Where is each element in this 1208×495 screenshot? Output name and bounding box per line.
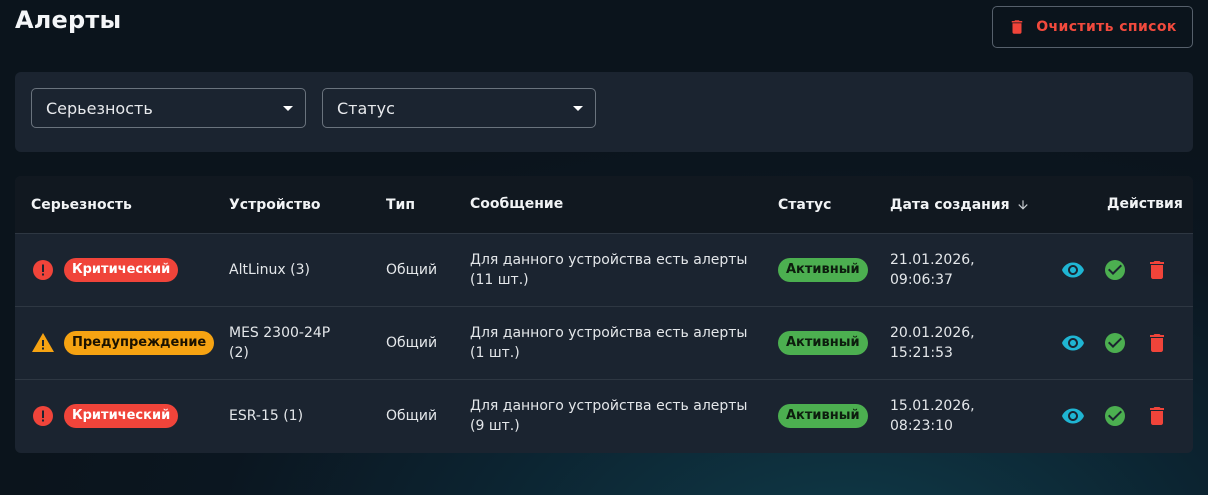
table-row: Критический AltLinux (3) Общий Для данно… bbox=[15, 234, 1193, 307]
trash-icon bbox=[1011, 20, 1023, 34]
eye-icon bbox=[1062, 262, 1084, 278]
status-badge: Активный bbox=[778, 404, 868, 428]
severity-badge: Предупреждение bbox=[64, 331, 215, 355]
trash-icon bbox=[1150, 334, 1164, 352]
severity-cell: Критический bbox=[31, 380, 179, 452]
header-status[interactable]: Статус bbox=[778, 176, 831, 234]
clear-list-button[interactable]: Очистить список bbox=[992, 6, 1193, 48]
created-cell: 21.01.2026, 09:06:37 bbox=[890, 252, 975, 288]
header-message[interactable]: Сообщение bbox=[470, 176, 563, 233]
table-row: Предупреждение MES 2300-24P (2) Общий Дл… bbox=[15, 307, 1193, 380]
severity-filter-select[interactable]: Серьезность bbox=[31, 88, 306, 128]
view-button[interactable] bbox=[1061, 258, 1085, 282]
type-cell: Общий bbox=[386, 262, 438, 278]
created-cell: 20.01.2026, 15:21:53 bbox=[890, 325, 975, 361]
acknowledge-button[interactable] bbox=[1103, 404, 1127, 428]
severity-badge: Критический bbox=[64, 404, 179, 428]
page-title: Алерты bbox=[15, 6, 122, 34]
warning-icon bbox=[32, 333, 54, 352]
status-cell: Активный bbox=[778, 234, 868, 306]
delete-button[interactable] bbox=[1145, 404, 1169, 428]
arrow-down-icon bbox=[1017, 200, 1028, 210]
header-device[interactable]: Устройство bbox=[229, 176, 321, 234]
message-cell: Для данного устройства есть алерты (9 шт… bbox=[470, 398, 748, 434]
created-cell: 15.01.2026, 08:23:10 bbox=[890, 398, 975, 434]
type-cell: Общий bbox=[386, 408, 438, 424]
header-type[interactable]: Тип bbox=[386, 176, 415, 234]
eye-icon bbox=[1062, 335, 1084, 351]
table-row: Критический ESR-15 (1) Общий Для данного… bbox=[15, 380, 1193, 453]
error-icon bbox=[33, 406, 53, 426]
check-circle-icon bbox=[1105, 260, 1125, 280]
table-header: Серьезность Устройство Тип Сообщение Ста… bbox=[15, 176, 1193, 234]
actions-cell bbox=[1061, 234, 1169, 306]
clear-list-label: Очистить список bbox=[1036, 19, 1177, 35]
status-badge: Активный bbox=[778, 331, 868, 355]
view-button[interactable] bbox=[1061, 404, 1085, 428]
chevron-down-icon bbox=[573, 106, 583, 111]
header-actions: Действия bbox=[1107, 196, 1183, 212]
actions-cell bbox=[1061, 307, 1169, 379]
delete-button[interactable] bbox=[1145, 258, 1169, 282]
device-cell: ESR-15 (1) bbox=[229, 408, 304, 424]
status-badge: Активный bbox=[778, 258, 868, 282]
acknowledge-button[interactable] bbox=[1103, 331, 1127, 355]
header-created-label: Дата создания bbox=[890, 197, 1010, 213]
delete-button[interactable] bbox=[1145, 331, 1169, 355]
message-cell: Для данного устройства есть алерты (11 ш… bbox=[470, 252, 748, 288]
device-cell: AltLinux (3) bbox=[229, 262, 310, 278]
severity-cell: Критический bbox=[31, 234, 179, 306]
status-filter-label: Статус bbox=[337, 98, 395, 118]
acknowledge-button[interactable] bbox=[1103, 258, 1127, 282]
trash-icon bbox=[1150, 261, 1164, 279]
actions-cell bbox=[1061, 380, 1169, 452]
chevron-down-icon bbox=[283, 106, 293, 111]
severity-badge: Критический bbox=[64, 258, 179, 282]
device-cell: MES 2300-24P (2) bbox=[229, 325, 331, 361]
severity-cell: Предупреждение bbox=[31, 307, 215, 379]
trash-icon bbox=[1150, 407, 1164, 425]
filter-panel: Серьезность Статус bbox=[15, 72, 1193, 152]
status-cell: Активный bbox=[778, 380, 868, 452]
header-severity[interactable]: Серьезность bbox=[31, 176, 132, 234]
check-circle-icon bbox=[1105, 406, 1125, 426]
error-icon bbox=[33, 260, 53, 280]
check-circle-icon bbox=[1105, 333, 1125, 353]
status-filter-select[interactable]: Статус bbox=[322, 88, 596, 128]
message-cell: Для данного устройства есть алерты (1 шт… bbox=[470, 325, 748, 361]
status-cell: Активный bbox=[778, 307, 868, 379]
header-created[interactable]: Дата создания bbox=[890, 176, 1030, 234]
eye-icon bbox=[1062, 408, 1084, 424]
type-cell: Общий bbox=[386, 335, 438, 351]
severity-filter-label: Серьезность bbox=[46, 98, 153, 118]
view-button[interactable] bbox=[1061, 331, 1085, 355]
alerts-table: Серьезность Устройство Тип Сообщение Ста… bbox=[15, 176, 1193, 453]
